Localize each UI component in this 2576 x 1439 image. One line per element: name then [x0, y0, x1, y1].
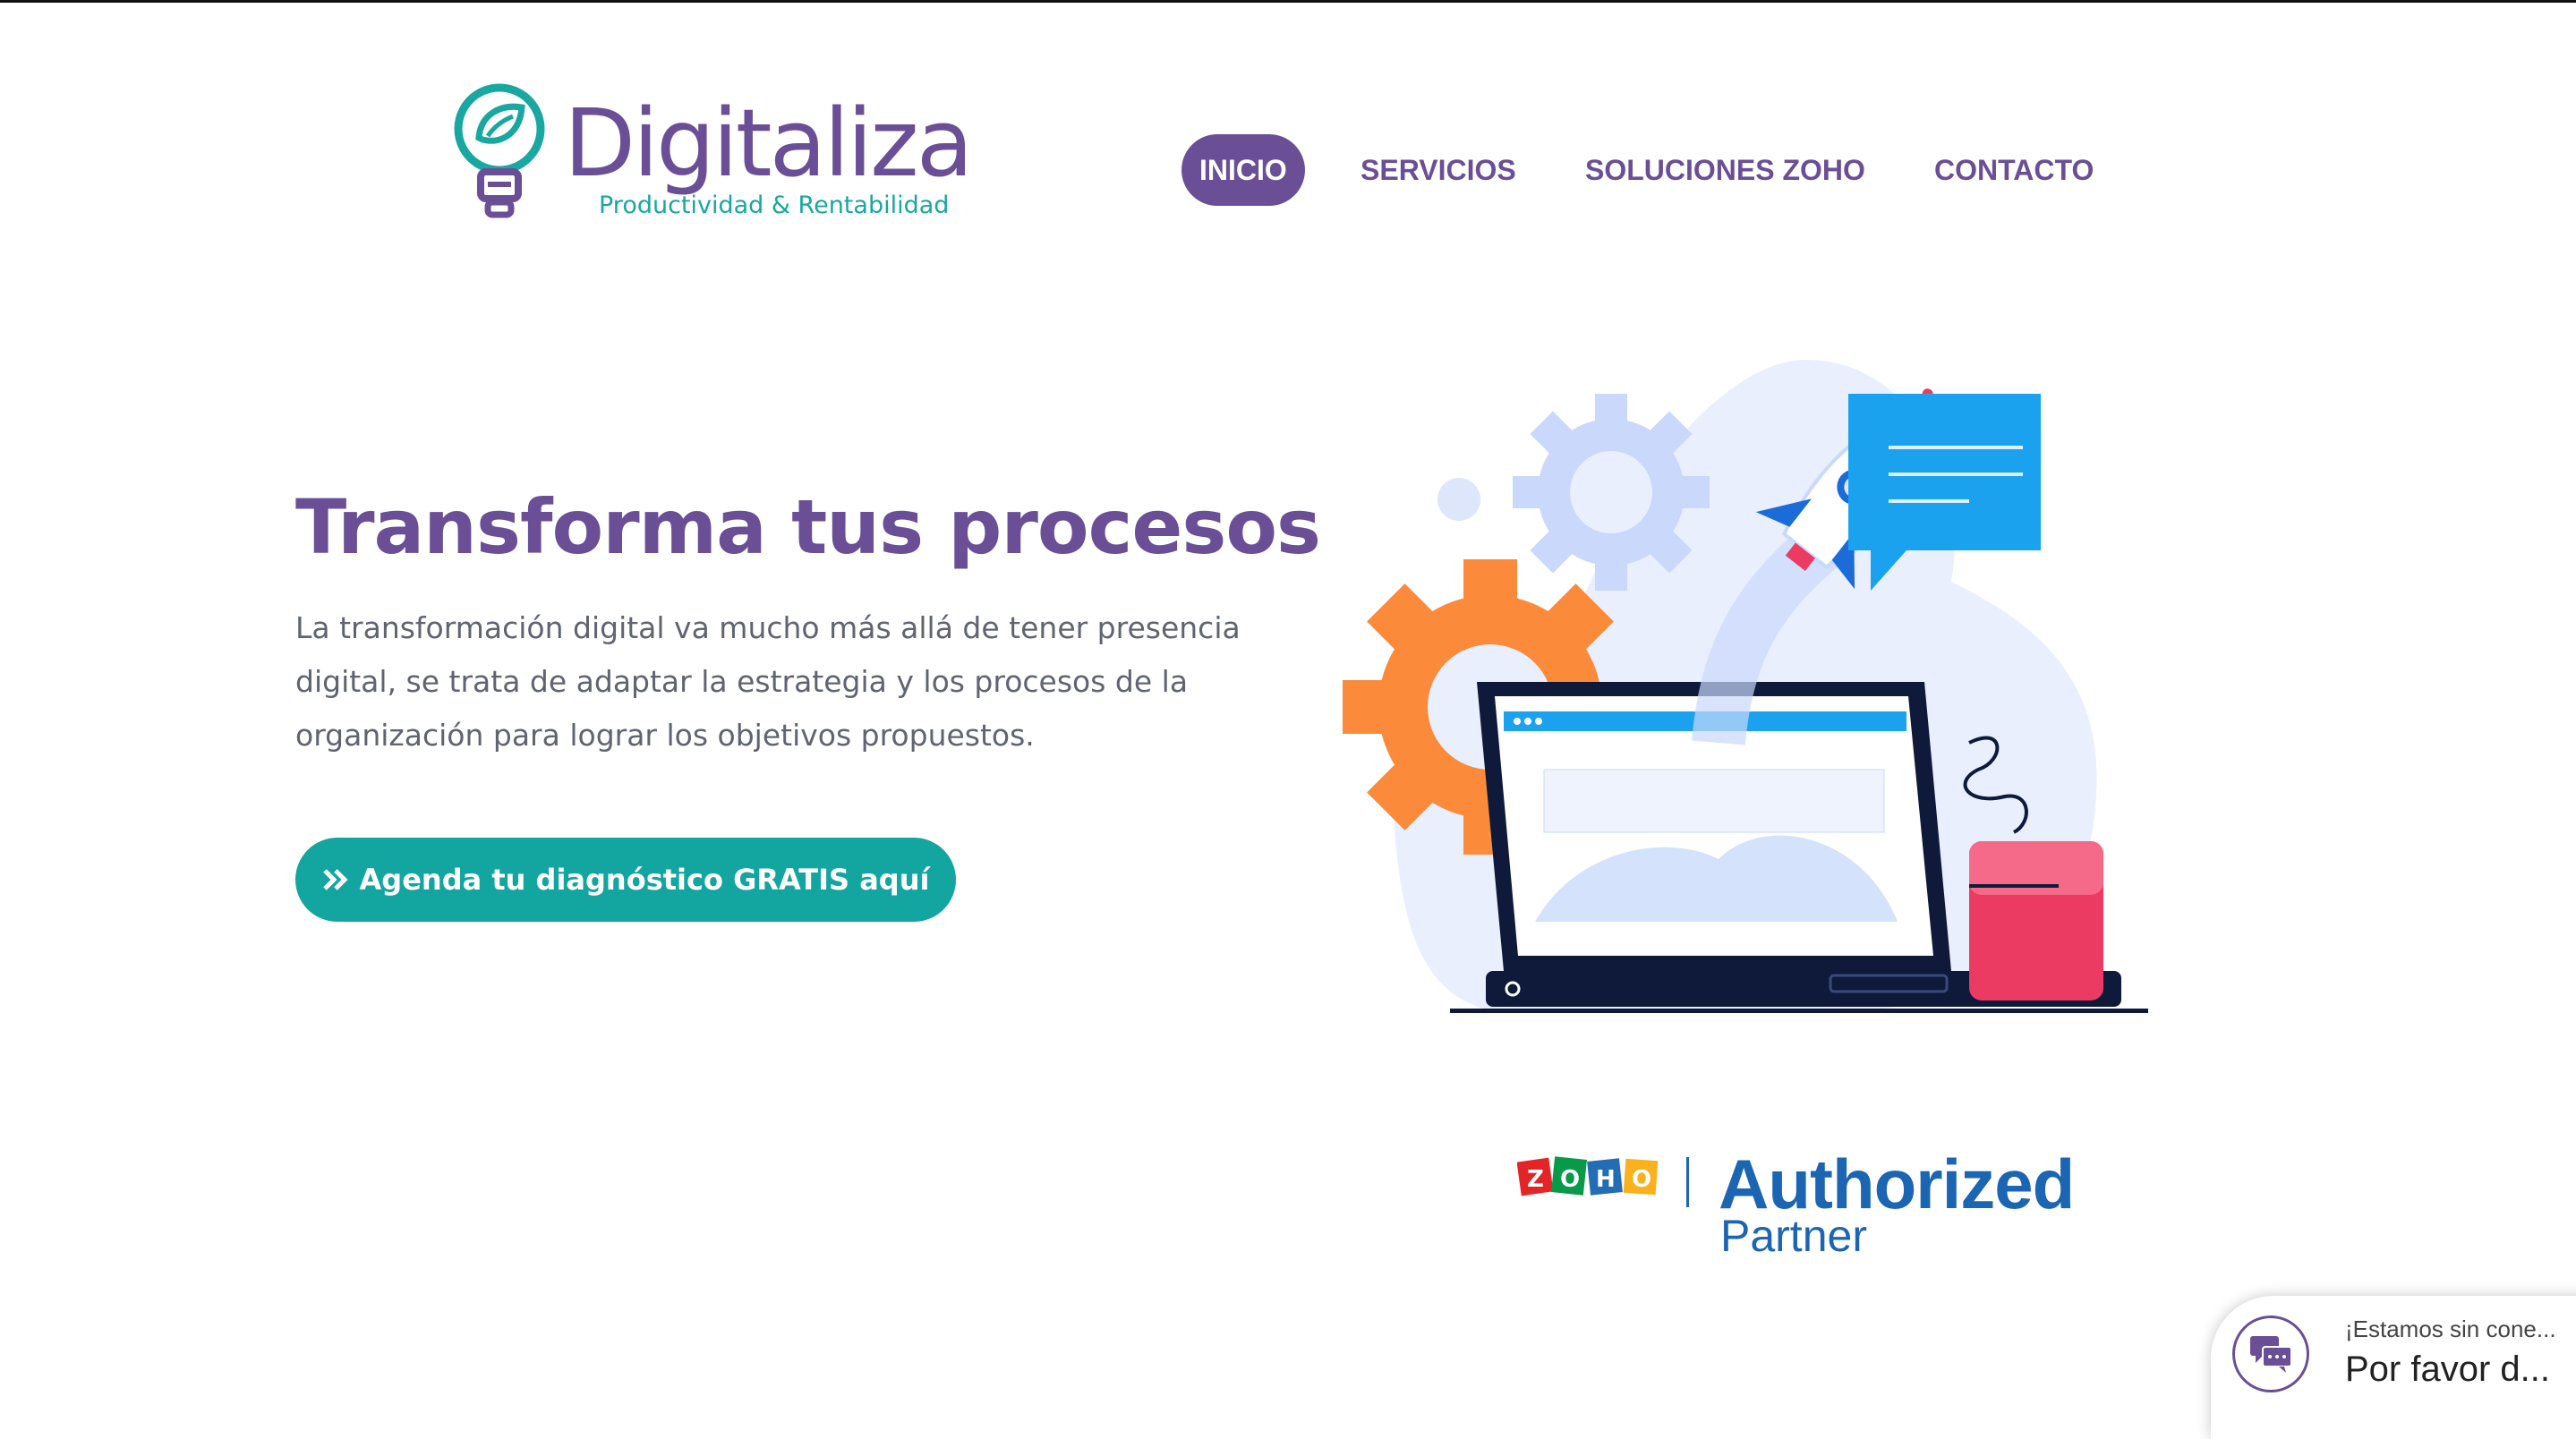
double-chevron-right-icon: [322, 869, 348, 890]
chat-message: Por favor d...: [2345, 1350, 2550, 1389]
hero-title: Transforma tus procesos: [295, 483, 1321, 571]
lightbulb-leaf-icon: [454, 83, 545, 218]
svg-text:H: H: [1596, 1166, 1616, 1193]
hero-description-line: La transformación digital va mucho más a…: [295, 610, 1241, 645]
svg-text:Z: Z: [1527, 1166, 1544, 1193]
hero-description-line: organización para lograr los objetivos p…: [295, 718, 1035, 753]
zoho-logo: Z O H O: [1517, 1156, 1659, 1196]
chat-status: ¡Estamos sin cone...: [2345, 1316, 2556, 1342]
nav-item-servicios[interactable]: SERVICIOS: [1361, 134, 1516, 206]
laptop-rocket-gears-illustration: [1343, 359, 2148, 1014]
chat-widget[interactable]: ¡Estamos sin cone... Por favor d...: [2211, 1296, 2576, 1439]
svg-text:O: O: [1560, 1166, 1580, 1193]
brand-tagline: Productividad & Rentabilidad: [599, 192, 950, 219]
brand-name: Digitaliza: [564, 89, 974, 198]
brand-logo[interactable]: Digitaliza Productividad & Rentabilidad: [452, 82, 974, 226]
hero-description: La transformación digital va mucho más a…: [295, 601, 1244, 762]
partner-divider: [1686, 1157, 1689, 1207]
nav-item-contacto[interactable]: CONTACTO: [1934, 134, 2094, 206]
nav-item-soluciones-zoho[interactable]: SOLUCIONES ZOHO: [1585, 134, 1865, 206]
schedule-diagnosis-button[interactable]: Agenda tu diagnóstico GRATIS aquí: [295, 838, 956, 922]
partner-subtitle: Partner: [1720, 1211, 1867, 1261]
chat-bubbles-icon[interactable]: [2232, 1316, 2309, 1392]
nav-item-inicio[interactable]: INICIO: [1181, 134, 1305, 206]
cta-label: Agenda tu diagnóstico GRATIS aquí: [359, 863, 930, 897]
browser-top-border: [0, 0, 2576, 3]
hero-description-line: digital, se trata de adaptar la estrateg…: [295, 664, 1189, 699]
svg-text:O: O: [1632, 1166, 1651, 1193]
